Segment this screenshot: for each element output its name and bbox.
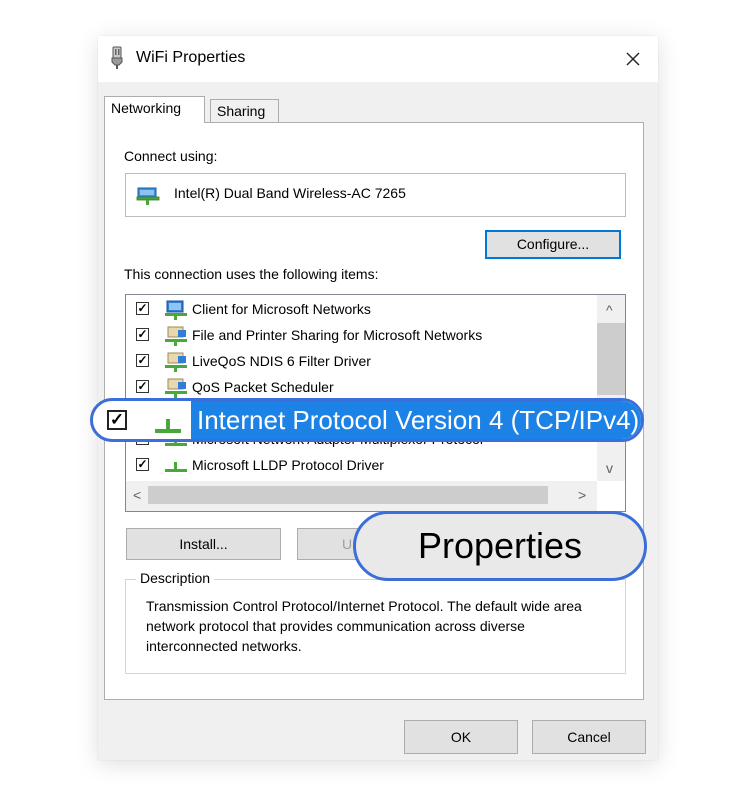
item-label: QoS Packet Scheduler	[192, 379, 334, 395]
vertical-scrollbar[interactable]: ^ v	[597, 295, 625, 481]
scroll-right-icon[interactable]: >	[578, 488, 586, 502]
horizontal-scroll-thumb[interactable]	[148, 486, 548, 504]
description-legend: Description	[136, 570, 215, 586]
description-group: Description Transmission Control Protoco…	[125, 570, 626, 674]
ipv4-label: Internet Protocol Version 4 (TCP/IPv4)	[197, 405, 640, 435]
close-icon[interactable]	[616, 42, 650, 76]
scroll-up-icon[interactable]: ^	[606, 303, 613, 317]
network-adapter-icon	[111, 46, 123, 69]
checkbox[interactable]: ✓	[136, 380, 149, 393]
checkbox[interactable]: ✓	[136, 458, 149, 471]
network-service-icon	[165, 378, 187, 398]
network-adapter-icon	[136, 187, 160, 205]
title-bar: WiFi Properties	[98, 36, 658, 82]
window-title: WiFi Properties	[136, 49, 246, 66]
adapter-name: Intel(R) Dual Band Wireless-AC 7265	[174, 185, 406, 201]
list-item-liveqos[interactable]: ✓ LiveQoS NDIS 6 Filter Driver	[126, 349, 596, 375]
tab-sharing[interactable]: Sharing	[210, 99, 279, 123]
network-service-icon	[165, 326, 187, 346]
highlighted-ipv4-callout[interactable]: ✓ Internet Protocol Version 4 (TCP/IPv4)	[90, 398, 644, 442]
connect-using-label: Connect using:	[124, 148, 218, 164]
list-item-client-networks[interactable]: ✓ Client for Microsoft Networks	[126, 297, 596, 323]
checkbox[interactable]: ✓	[136, 302, 149, 315]
network-service-icon	[165, 352, 187, 372]
cancel-button[interactable]: Cancel	[532, 720, 646, 754]
protocol-icon	[155, 419, 181, 433]
description-text: Transmission Control Protocol/Internet P…	[146, 598, 582, 654]
protocol-icon	[165, 462, 187, 472]
item-label: File and Printer Sharing for Microsoft N…	[192, 327, 483, 343]
scroll-left-icon[interactable]: <	[133, 488, 141, 502]
vertical-scroll-thumb[interactable]	[597, 323, 625, 395]
tab-networking[interactable]: Networking	[104, 96, 205, 123]
checkbox[interactable]: ✓	[136, 328, 149, 341]
checkbox[interactable]: ✓	[136, 354, 149, 367]
configure-button[interactable]: Configure...	[485, 230, 621, 259]
list-item-file-printer-sharing[interactable]: ✓ File and Printer Sharing for Microsoft…	[126, 323, 596, 349]
network-client-icon	[165, 300, 187, 320]
adapter-field: Intel(R) Dual Band Wireless-AC 7265	[125, 173, 626, 217]
scroll-down-icon[interactable]: v	[606, 461, 613, 475]
install-button[interactable]: Install...	[126, 528, 281, 560]
item-label: Client for Microsoft Networks	[192, 301, 371, 317]
properties-button[interactable]: Properties	[353, 511, 647, 581]
item-label: Microsoft LLDP Protocol Driver	[192, 457, 384, 473]
horizontal-scrollbar[interactable]: < >	[126, 481, 597, 511]
list-item-lldp[interactable]: ✓ Microsoft LLDP Protocol Driver	[126, 453, 596, 479]
ipv4-checkbox[interactable]: ✓	[107, 410, 127, 430]
items-label: This connection uses the following items…	[124, 266, 379, 282]
item-label: LiveQoS NDIS 6 Filter Driver	[192, 353, 371, 369]
ok-button[interactable]: OK	[404, 720, 518, 754]
